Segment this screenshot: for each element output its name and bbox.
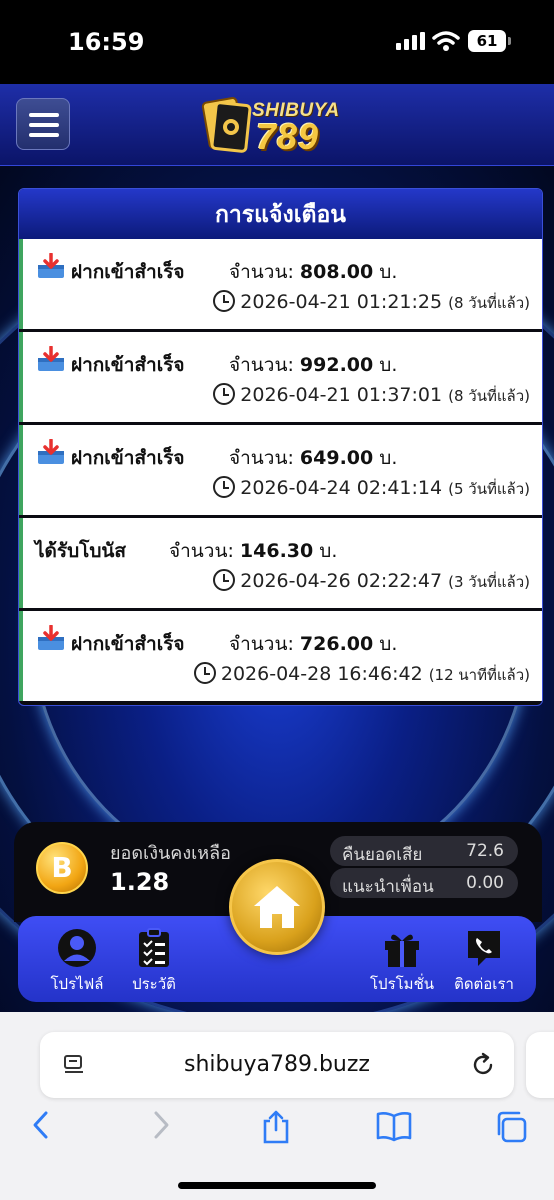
cellular-signal-icon: [396, 32, 426, 50]
nav-history[interactable]: ประวัติ: [124, 928, 184, 996]
bitcoin-coin-icon: B: [36, 842, 88, 894]
notification-item[interactable]: ฝากเข้าสำเร็จ จำนวน: 808.00 บ. 2026-04-2…: [19, 239, 542, 329]
home-icon: [254, 886, 300, 928]
home-button[interactable]: [229, 859, 325, 955]
nav-contact-label: ติดต่อเรา: [454, 975, 514, 993]
deposit-inbox-icon: [38, 439, 64, 464]
phone-chat-icon: [468, 931, 500, 966]
notification-amount: จำนวน: 808.00 บ.: [229, 261, 398, 283]
nav-history-label: ประวัติ: [132, 975, 176, 993]
deposit-inbox-icon: [38, 625, 64, 650]
share-icon[interactable]: [260, 1110, 292, 1144]
bookmarks-icon[interactable]: [376, 1110, 412, 1142]
clock-icon: [193, 662, 216, 684]
notification-title: ฝากเข้าสำเร็จ: [71, 633, 185, 655]
notification-datetime: 2026-04-26 02:22:47 (3 วันที่แล้ว): [213, 569, 530, 594]
url-text: shibuya789.buzz: [184, 1052, 370, 1077]
notification-datetime: 2026-04-28 16:46:42 (12 นาทีที่แล้ว): [193, 662, 530, 687]
logo-cards-icon: [201, 97, 252, 153]
next-tab-peek[interactable]: [526, 1032, 554, 1098]
nav-profile[interactable]: โปรไฟล์: [44, 928, 110, 996]
notification-amount: จำนวน: 726.00 บ.: [229, 633, 398, 655]
balance-value: 1.28: [110, 868, 170, 896]
notification-item[interactable]: ฝากเข้าสำเร็จ จำนวน: 726.00 บ. 2026-04-2…: [19, 611, 542, 701]
deposit-inbox-icon: [38, 346, 64, 371]
notification-item[interactable]: ฝากเข้าสำเร็จ จำนวน: 992.00 บ. 2026-04-2…: [19, 332, 542, 422]
cashback-label: คืนยอดเสีย: [342, 845, 423, 865]
clock-icon: [213, 290, 236, 312]
wifi-icon: [432, 31, 460, 51]
notification-datetime: 2026-04-21 01:37:01 (8 วันที่แล้ว): [213, 383, 530, 408]
notification-title: ฝากเข้าสำเร็จ: [71, 354, 185, 376]
notification-datetime: 2026-04-21 01:21:25 (8 วันที่แล้ว): [213, 290, 530, 315]
balance-label: ยอดเงินคงเหลือ: [110, 843, 231, 864]
panel-title: การแจ้งเตือน: [19, 189, 542, 239]
back-icon[interactable]: [30, 1110, 52, 1140]
hamburger-menu-button[interactable]: [16, 98, 70, 150]
notification-amount: จำนวน: 649.00 บ.: [229, 447, 398, 469]
forward-icon[interactable]: [150, 1110, 172, 1140]
reload-icon[interactable]: [470, 1052, 496, 1078]
status-bar: 16:59 61: [0, 0, 554, 84]
site-header: SHIBUYA 789: [0, 84, 554, 166]
site-logo[interactable]: SHIBUYA 789: [200, 92, 350, 158]
gift-icon: [385, 934, 419, 967]
cashback-value: 72.6: [466, 841, 504, 861]
nav-profile-label: โปรไฟล์: [50, 975, 104, 993]
notification-item[interactable]: ฝากเข้าสำเร็จ จำนวน: 649.00 บ. 2026-04-2…: [19, 425, 542, 515]
profile-icon: [58, 929, 96, 967]
status-time: 16:59: [68, 28, 145, 56]
battery-icon: 61: [468, 30, 511, 52]
notification-amount: จำนวน: 146.30 บ.: [169, 540, 338, 562]
notification-title: ฝากเข้าสำเร็จ: [71, 261, 185, 283]
referral-label: แนะนำเพื่อน: [342, 877, 434, 897]
deposit-inbox-icon: [38, 253, 64, 278]
history-clipboard-icon: [139, 928, 169, 967]
referral-pill[interactable]: แนะนำเพื่อน 0.00: [330, 868, 518, 898]
browser-toolbar: shibuya789.buzz: [0, 1012, 554, 1200]
nav-contact[interactable]: ติดต่อเรา: [446, 928, 522, 996]
tabs-icon[interactable]: [494, 1110, 528, 1144]
address-bar[interactable]: shibuya789.buzz: [40, 1032, 514, 1098]
notification-datetime: 2026-04-24 02:41:14 (5 วันที่แล้ว): [213, 476, 530, 501]
notification-amount: จำนวน: 992.00 บ.: [229, 354, 398, 376]
clock-icon: [213, 569, 236, 591]
logo-text-789: 789: [256, 116, 320, 157]
referral-value: 0.00: [466, 873, 504, 893]
clock-icon: [213, 476, 236, 498]
nav-promotion-label: โปรโมชั่น: [369, 975, 434, 993]
notification-title: ฝากเข้าสำเร็จ: [71, 447, 185, 469]
notification-item[interactable]: ได้รับโบนัส จำนวน: 146.30 บ. 2026-04-26 …: [19, 518, 542, 608]
cashback-pill[interactable]: คืนยอดเสีย 72.6: [330, 836, 518, 866]
home-indicator: [178, 1182, 376, 1189]
notification-title: ได้รับโบนัส: [35, 540, 127, 562]
notifications-panel: การแจ้งเตือน ฝากเข้าสำเร็จ จำนวน: 808.00…: [18, 188, 543, 706]
nav-promotion[interactable]: โปรโมชั่น: [364, 928, 440, 996]
clock-icon: [213, 383, 236, 405]
